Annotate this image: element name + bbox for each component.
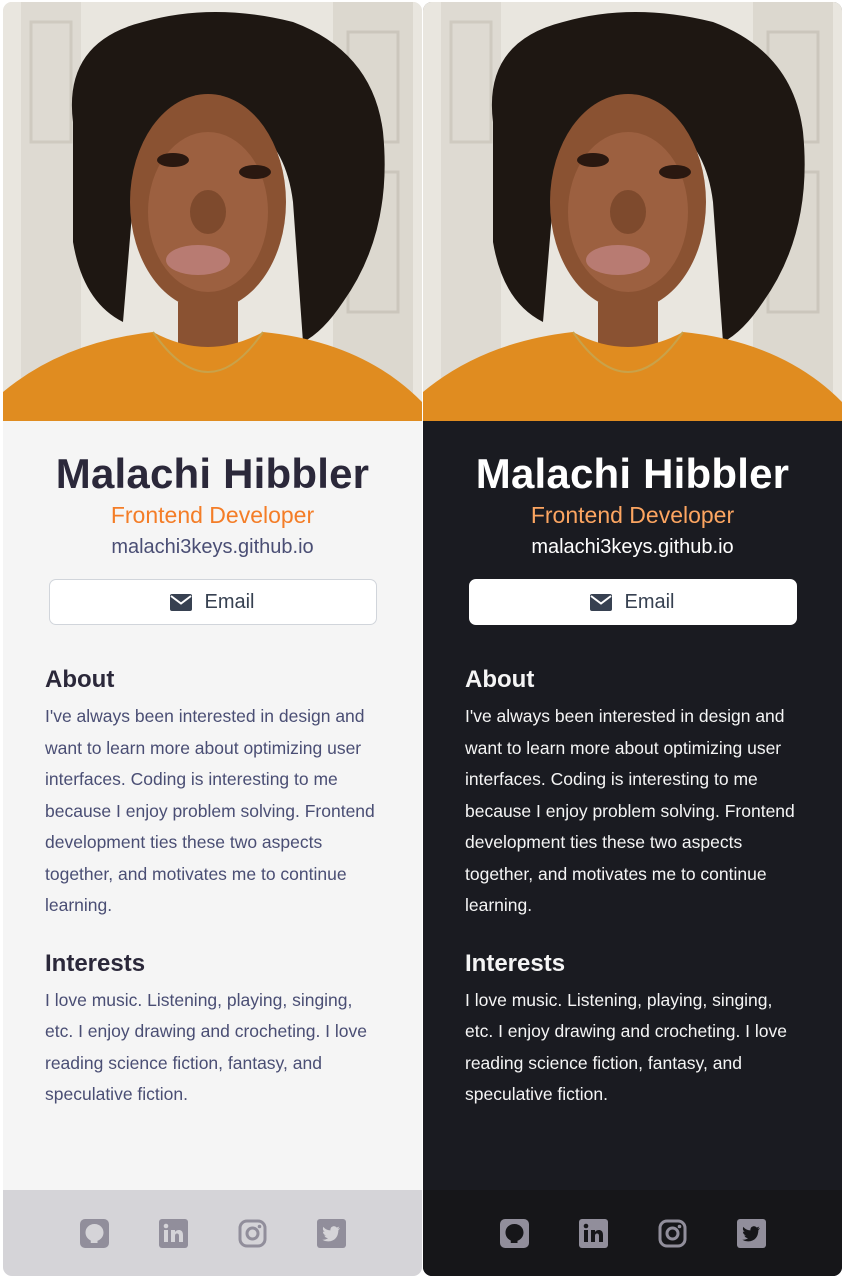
profile-name: Malachi Hibbler [475, 450, 790, 497]
instagram-icon[interactable] [238, 1219, 267, 1248]
about-text: I've always been interested in design an… [465, 706, 795, 915]
profile-photo [423, 2, 842, 421]
about-text: I've always been interested in design an… [45, 706, 375, 915]
github-icon[interactable] [499, 1218, 529, 1248]
twitter-icon[interactable] [316, 1218, 346, 1248]
interests-text: I love music. Listening, playing, singin… [465, 989, 787, 1105]
linkedin-icon[interactable] [158, 1218, 188, 1248]
profile-card-dark: Malachi Hibbler Frontend Developer malac… [423, 2, 842, 1276]
profile-name: Malachi Hibbler [55, 450, 370, 497]
profile-website[interactable]: malachi3keys.github.io [3, 535, 422, 559]
envelope-icon [590, 593, 613, 611]
interests-section: Interests I love music. Listening, playi… [3, 949, 422, 1111]
envelope-icon [170, 593, 193, 611]
profile-website[interactable]: malachi3keys.github.io [423, 535, 842, 559]
social-footer [3, 1190, 422, 1276]
profile-title: Frontend Developer [110, 502, 315, 528]
social-footer [423, 1190, 842, 1276]
about-section: About I've always been interested in des… [3, 665, 422, 922]
twitter-icon[interactable] [736, 1218, 766, 1248]
interests-section: Interests I love music. Listening, playi… [423, 949, 842, 1111]
email-button[interactable]: Email [468, 579, 797, 625]
email-button-label: Email [624, 590, 675, 613]
about-section: About I've always been interested in des… [423, 665, 842, 922]
email-button-label: Email [204, 590, 255, 613]
profile-card-light: Malachi Hibbler Frontend Developer malac… [3, 2, 422, 1276]
email-button[interactable]: Email [48, 579, 377, 625]
github-icon[interactable] [79, 1218, 109, 1248]
profile-title: Frontend Developer [530, 502, 735, 528]
instagram-icon[interactable] [658, 1219, 687, 1248]
profile-photo [3, 2, 422, 421]
linkedin-icon[interactable] [578, 1218, 608, 1248]
about-heading: About [45, 666, 115, 693]
interests-heading: Interests [465, 949, 566, 977]
interests-heading: Interests [45, 949, 146, 977]
about-heading: About [465, 666, 535, 693]
interests-text: I love music. Listening, playing, singin… [45, 989, 367, 1105]
